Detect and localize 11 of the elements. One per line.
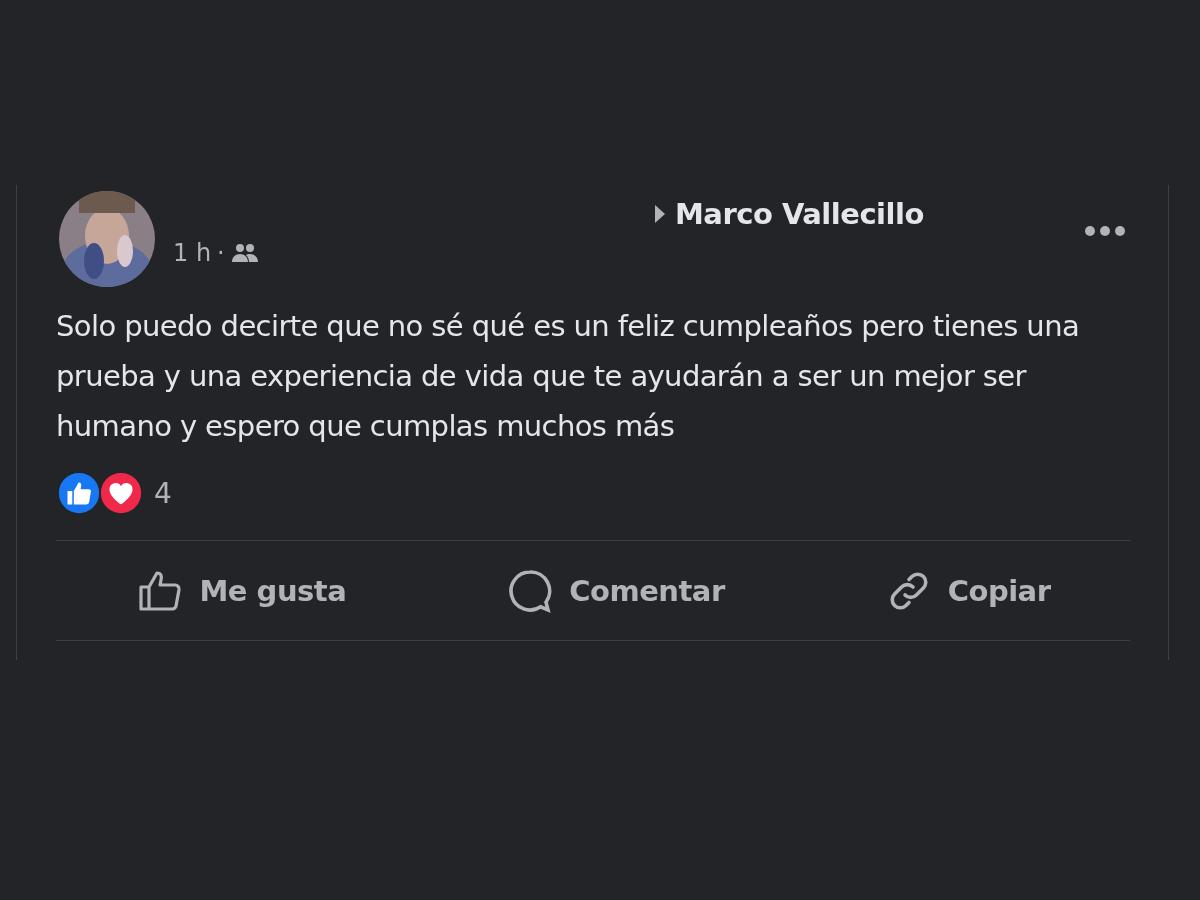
- post-text: Solo puedo decirte que no sé qué es un feliz cumpleaños pero tienes una prueba y una experiencia de vida que te ayudarán a ser un mejor ser humano y espero que cumplas muchos más: [56, 308, 1081, 445]
- action-button[interactable]: Me gusta: [123, 560, 359, 621]
- reaction-count[interactable]: 4: [154, 476, 172, 510]
- action-button[interactable]: Comentar: [493, 560, 737, 621]
- action-button[interactable]: Copiar: [871, 560, 1063, 621]
- recipient-name[interactable]: Marco Vallecillo: [675, 197, 924, 231]
- caret-icon: [653, 203, 667, 225]
- separator: ·: [217, 239, 225, 267]
- friends-icon: [230, 243, 259, 263]
- post-time[interactable]: 1 h: [173, 239, 212, 267]
- more-options-icon[interactable]: [1084, 225, 1126, 237]
